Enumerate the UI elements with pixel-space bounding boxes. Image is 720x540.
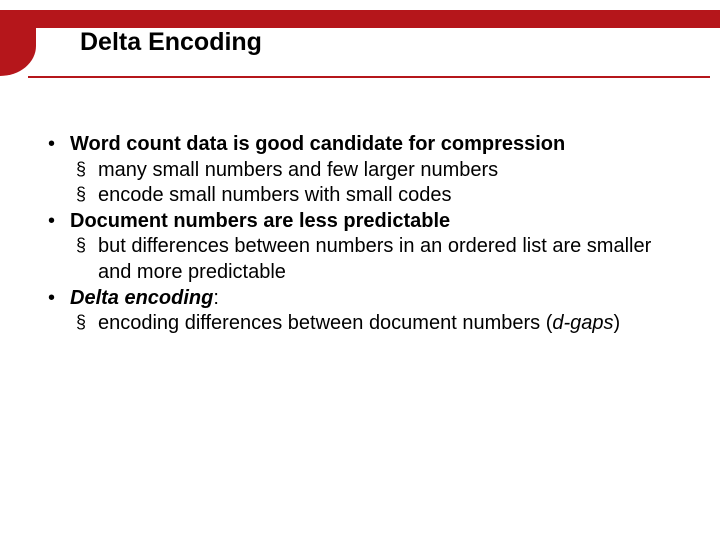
sub-bullet-text-post: ) [614,312,621,334]
bullet-item: Document numbers are less predictable bu… [42,209,678,286]
bullet-list: Word count data is good candidate for co… [42,132,678,337]
slide-content: Word count data is good candidate for co… [42,132,678,337]
bullet-item: Delta encoding: encoding differences bet… [42,286,678,337]
sub-bullet-list: but differences between numbers in an or… [70,234,678,285]
sub-bullet-list: encoding differences between document nu… [70,311,678,337]
header-band [0,10,720,28]
sub-bullet-item: but differences between numbers in an or… [70,234,678,285]
slide: Delta Encoding Word count data is good c… [0,0,720,540]
sub-bullet-list: many small numbers and few larger number… [70,158,678,209]
title-area: Delta Encoding [80,28,700,65]
header-corner [0,10,36,76]
bullet-item: Word count data is good candidate for co… [42,132,678,209]
sub-bullet-text: many small numbers and few larger number… [98,159,498,181]
sub-bullet-text-em: d-gaps [552,312,613,334]
sub-bullet-text-pre: encoding differences between document nu… [98,312,552,334]
title-underline [28,76,710,78]
sub-bullet-text: encode small numbers with small codes [98,184,452,206]
sub-bullet-item: encoding differences between document nu… [70,311,678,337]
slide-title: Delta Encoding [80,28,700,65]
sub-bullet-item: many small numbers and few larger number… [70,158,678,184]
bullet-label: Delta encoding [70,287,213,309]
bullet-text: Word count data is good candidate for co… [70,133,565,155]
sub-bullet-text: but differences between numbers in an or… [98,235,651,283]
sub-bullet-item: encode small numbers with small codes [70,183,678,209]
bullet-text: Document numbers are less predictable [70,210,450,232]
bullet-colon: : [213,287,219,309]
